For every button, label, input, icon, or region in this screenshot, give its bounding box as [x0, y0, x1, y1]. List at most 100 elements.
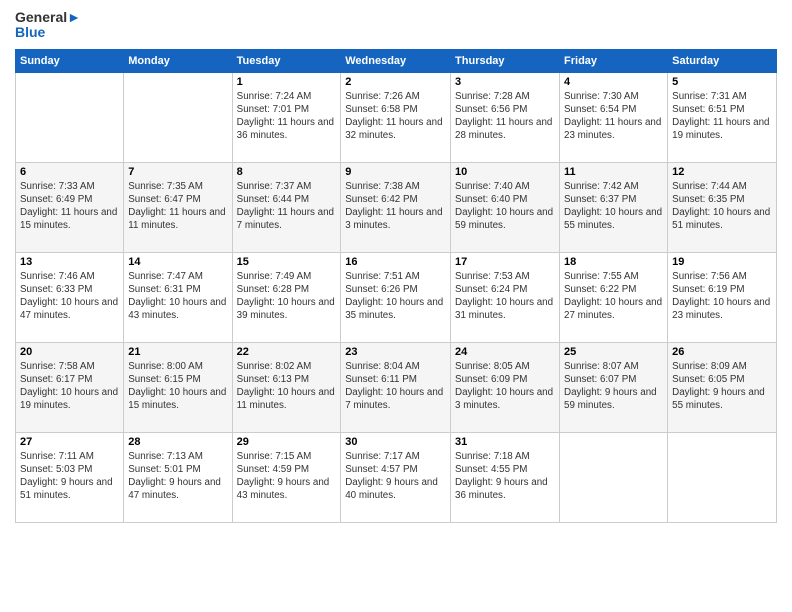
day-info: Sunrise: 7:33 AMSunset: 6:49 PMDaylight:…: [20, 180, 119, 233]
calendar-cell: 5 Sunrise: 7:31 AMSunset: 6:51 PMDaylight…: [668, 72, 777, 162]
day-number: 9: [345, 166, 446, 178]
calendar-cell: 27 Sunrise: 7:11 AMSunset: 5:03 PMDayligh…: [16, 432, 124, 522]
day-number: 21: [128, 346, 227, 358]
calendar-cell: 19 Sunrise: 7:56 AMSunset: 6:19 PMDayligh…: [668, 252, 777, 342]
day-number: 28: [128, 436, 227, 448]
calendar-cell: 26Sunrise: 8:09 AMSunset: 6:05 PMDayligh…: [668, 342, 777, 432]
day-info: Sunrise: 7:49 AMSunset: 6:28 PMDaylight:…: [237, 270, 337, 323]
day-info: Sunrise: 7:13 AMSunset: 5:01 PMDaylight:…: [128, 450, 227, 503]
day-number: 17: [455, 256, 555, 268]
calendar-table: SundayMondayTuesdayWednesdayThursdayFrid…: [15, 49, 777, 523]
day-info: Sunrise: 8:00 AMSunset: 6:15 PMDaylight:…: [128, 360, 227, 413]
day-info: Sunrise: 7:11 AMSunset: 5:03 PMDaylight:…: [20, 450, 119, 503]
day-info: Sunrise: 7:18 AMSunset: 4:55 PMDaylight:…: [455, 450, 555, 503]
day-number: 27: [20, 436, 119, 448]
calendar-week-1: 1 Sunrise: 7:24 AMSunset: 7:01 PMDaylight…: [16, 72, 777, 162]
day-info: Sunrise: 7:30 AMSunset: 6:54 PMDaylight:…: [564, 90, 663, 143]
calendar-cell: 16 Sunrise: 7:51 AMSunset: 6:26 PMDayligh…: [341, 252, 451, 342]
calendar-week-4: 20Sunrise: 7:58 AMSunset: 6:17 PMDayligh…: [16, 342, 777, 432]
calendar-cell: 3 Sunrise: 7:28 AMSunset: 6:56 PMDaylight…: [451, 72, 560, 162]
day-info: Sunrise: 7:24 AMSunset: 7:01 PMDaylight:…: [237, 90, 337, 143]
calendar-cell: 9 Sunrise: 7:38 AMSunset: 6:42 PMDaylight…: [341, 162, 451, 252]
day-info: Sunrise: 8:07 AMSunset: 6:07 PMDaylight:…: [564, 360, 663, 413]
day-info: Sunrise: 7:55 AMSunset: 6:22 PMDaylight:…: [564, 270, 663, 323]
day-number: 3: [455, 76, 555, 88]
day-info: Sunrise: 7:51 AMSunset: 6:26 PMDaylight:…: [345, 270, 446, 323]
day-number: 8: [237, 166, 337, 178]
calendar-cell: 18Sunrise: 7:55 AMSunset: 6:22 PMDayligh…: [560, 252, 668, 342]
page: General► Blue SundayMondayTuesdayWednesd…: [0, 0, 792, 612]
day-info: Sunrise: 7:28 AMSunset: 6:56 PMDaylight:…: [455, 90, 555, 143]
day-number: 19: [672, 256, 772, 268]
day-info: Sunrise: 8:09 AMSunset: 6:05 PMDaylight:…: [672, 360, 772, 413]
day-header-friday: Friday: [560, 49, 668, 72]
day-info: Sunrise: 7:40 AMSunset: 6:40 PMDaylight:…: [455, 180, 555, 233]
day-number: 2: [345, 76, 446, 88]
calendar-cell: 23Sunrise: 8:04 AMSunset: 6:11 PMDayligh…: [341, 342, 451, 432]
calendar-cell: 10 Sunrise: 7:40 AMSunset: 6:40 PMDayligh…: [451, 162, 560, 252]
day-number: 16: [345, 256, 446, 268]
calendar-cell: [16, 72, 124, 162]
day-number: 11: [564, 166, 663, 178]
calendar-cell: 4 Sunrise: 7:30 AMSunset: 6:54 PMDaylight…: [560, 72, 668, 162]
day-info: Sunrise: 8:02 AMSunset: 6:13 PMDaylight:…: [237, 360, 337, 413]
day-number: 13: [20, 256, 119, 268]
day-header-tuesday: Tuesday: [232, 49, 341, 72]
day-header-thursday: Thursday: [451, 49, 560, 72]
day-header-saturday: Saturday: [668, 49, 777, 72]
day-number: 7: [128, 166, 227, 178]
calendar-week-5: 27 Sunrise: 7:11 AMSunset: 5:03 PMDayligh…: [16, 432, 777, 522]
calendar-cell: 28 Sunrise: 7:13 AMSunset: 5:01 PMDayligh…: [124, 432, 232, 522]
day-info: Sunrise: 7:42 AMSunset: 6:37 PMDaylight:…: [564, 180, 663, 233]
calendar-cell: [124, 72, 232, 162]
day-info: Sunrise: 7:46 AMSunset: 6:33 PMDaylight:…: [20, 270, 119, 323]
calendar-header-row: SundayMondayTuesdayWednesdayThursdayFrid…: [16, 49, 777, 72]
day-number: 30: [345, 436, 446, 448]
day-number: 14: [128, 256, 227, 268]
day-info: Sunrise: 7:58 AMSunset: 6:17 PMDaylight:…: [20, 360, 119, 413]
day-number: 6: [20, 166, 119, 178]
calendar-week-3: 13 Sunrise: 7:46 AMSunset: 6:33 PMDayligh…: [16, 252, 777, 342]
day-number: 22: [237, 346, 337, 358]
calendar-cell: 14 Sunrise: 7:47 AMSunset: 6:31 PMDayligh…: [124, 252, 232, 342]
day-info: Sunrise: 7:47 AMSunset: 6:31 PMDaylight:…: [128, 270, 227, 323]
calendar-cell: 2 Sunrise: 7:26 AMSunset: 6:58 PMDaylight…: [341, 72, 451, 162]
day-info: Sunrise: 7:26 AMSunset: 6:58 PMDaylight:…: [345, 90, 446, 143]
calendar-cell: 24Sunrise: 8:05 AMSunset: 6:09 PMDayligh…: [451, 342, 560, 432]
day-info: Sunrise: 8:05 AMSunset: 6:09 PMDaylight:…: [455, 360, 555, 413]
calendar-cell: 6 Sunrise: 7:33 AMSunset: 6:49 PMDaylight…: [16, 162, 124, 252]
day-number: 25: [564, 346, 663, 358]
day-number: 29: [237, 436, 337, 448]
calendar-cell: 12 Sunrise: 7:44 AMSunset: 6:35 PMDayligh…: [668, 162, 777, 252]
day-number: 12: [672, 166, 772, 178]
day-number: 5: [672, 76, 772, 88]
day-info: Sunrise: 7:17 AMSunset: 4:57 PMDaylight:…: [345, 450, 446, 503]
calendar-cell: 1 Sunrise: 7:24 AMSunset: 7:01 PMDaylight…: [232, 72, 341, 162]
header: General► Blue: [15, 10, 777, 41]
day-info: Sunrise: 7:44 AMSunset: 6:35 PMDaylight:…: [672, 180, 772, 233]
day-number: 31: [455, 436, 555, 448]
day-number: 10: [455, 166, 555, 178]
calendar-cell: [560, 432, 668, 522]
calendar-cell: 29Sunrise: 7:15 AMSunset: 4:59 PMDayligh…: [232, 432, 341, 522]
calendar-cell: 13 Sunrise: 7:46 AMSunset: 6:33 PMDayligh…: [16, 252, 124, 342]
day-info: Sunrise: 7:38 AMSunset: 6:42 PMDaylight:…: [345, 180, 446, 233]
calendar-cell: 15 Sunrise: 7:49 AMSunset: 6:28 PMDayligh…: [232, 252, 341, 342]
calendar-cell: 7Sunrise: 7:35 AMSunset: 6:47 PMDaylight…: [124, 162, 232, 252]
day-info: Sunrise: 7:31 AMSunset: 6:51 PMDaylight:…: [672, 90, 772, 143]
day-header-wednesday: Wednesday: [341, 49, 451, 72]
day-number: 4: [564, 76, 663, 88]
day-number: 1: [237, 76, 337, 88]
day-header-monday: Monday: [124, 49, 232, 72]
day-info: Sunrise: 7:37 AMSunset: 6:44 PMDaylight:…: [237, 180, 337, 233]
calendar-cell: 21 Sunrise: 8:00 AMSunset: 6:15 PMDayligh…: [124, 342, 232, 432]
calendar-cell: 8 Sunrise: 7:37 AMSunset: 6:44 PMDaylight…: [232, 162, 341, 252]
calendar-cell: 22 Sunrise: 8:02 AMSunset: 6:13 PMDayligh…: [232, 342, 341, 432]
logo: General► Blue: [15, 10, 81, 41]
calendar-cell: 17Sunrise: 7:53 AMSunset: 6:24 PMDayligh…: [451, 252, 560, 342]
logo-block: General► Blue: [15, 10, 81, 41]
calendar-cell: [668, 432, 777, 522]
day-info: Sunrise: 7:56 AMSunset: 6:19 PMDaylight:…: [672, 270, 772, 323]
day-number: 15: [237, 256, 337, 268]
calendar-cell: 25 Sunrise: 8:07 AMSunset: 6:07 PMDayligh…: [560, 342, 668, 432]
